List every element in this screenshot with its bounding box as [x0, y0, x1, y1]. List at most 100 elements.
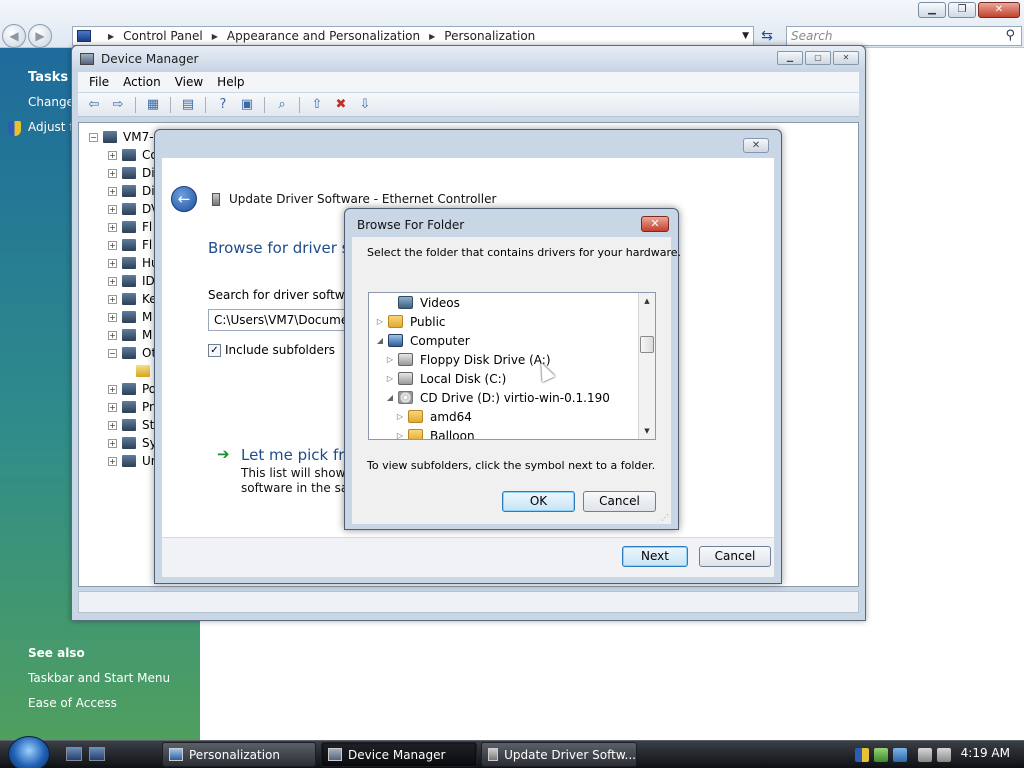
- collapse-icon[interactable]: −: [89, 132, 98, 142]
- forward-button[interactable]: ▶: [28, 24, 52, 48]
- back-button[interactable]: ◀: [2, 24, 26, 48]
- update-driver-icon[interactable]: ⇧: [307, 96, 327, 114]
- chevron-down-icon[interactable]: ▼: [742, 31, 749, 41]
- taskbar-button-update-driver[interactable]: Update Driver Softw...: [481, 742, 637, 767]
- close-button[interactable]: ✕: [978, 2, 1020, 18]
- menu-help[interactable]: Help: [217, 75, 244, 89]
- taskbar-clock[interactable]: 4:19 AM: [961, 746, 1010, 760]
- search-icon[interactable]: ⚲: [1005, 28, 1015, 43]
- expand-icon[interactable]: +: [108, 150, 117, 160]
- tree-item[interactable]: + M: [108, 326, 152, 344]
- expand-icon[interactable]: +: [108, 276, 117, 286]
- include-subfolders-checkbox[interactable]: ✓ Include subfolders: [208, 343, 335, 357]
- view-icon[interactable]: ▣: [237, 96, 257, 114]
- volume-muted-icon[interactable]: [937, 748, 951, 762]
- network-disconnected-icon[interactable]: [918, 748, 932, 762]
- see-also-taskbar-link[interactable]: Taskbar and Start Menu: [28, 671, 170, 685]
- expand-icon[interactable]: +: [108, 186, 117, 196]
- expand-icon[interactable]: +: [108, 294, 117, 304]
- maximize-button[interactable]: ▢: [805, 51, 831, 65]
- wizard-cancel-button[interactable]: Cancel: [699, 546, 771, 567]
- breadcrumb-appearance[interactable]: Appearance and Personalization: [227, 29, 420, 43]
- tree-item[interactable]: + Hu: [108, 254, 159, 272]
- show-hide-tree-icon[interactable]: ▦: [143, 96, 163, 114]
- tree-expander[interactable]: ▷: [385, 355, 395, 364]
- expand-icon[interactable]: +: [108, 240, 117, 250]
- address-bar[interactable]: ▶ Control Panel ▶ Appearance and Persona…: [72, 26, 754, 46]
- tree-expander[interactable]: ▷: [385, 374, 395, 383]
- security-shield-icon[interactable]: [855, 748, 869, 762]
- resize-grip-icon[interactable]: ⋰: [661, 513, 669, 522]
- folder-tree-item[interactable]: Videos: [385, 293, 460, 312]
- refresh-icon[interactable]: ⇆: [755, 26, 779, 46]
- forward-arrow-icon[interactable]: ⇨: [108, 96, 128, 114]
- help-icon[interactable]: ?: [213, 96, 233, 114]
- taskbar-button-device-manager[interactable]: Device Manager: [321, 742, 477, 767]
- close-button[interactable]: ✕: [743, 138, 769, 153]
- minimize-button[interactable]: ▁: [918, 2, 946, 18]
- checkbox-checked-icon[interactable]: ✓: [208, 343, 221, 357]
- menu-file[interactable]: File: [89, 75, 109, 89]
- ok-button[interactable]: OK: [502, 491, 575, 512]
- tree-item[interactable]: − Ot: [108, 344, 156, 362]
- minimize-button[interactable]: ▁: [777, 51, 803, 65]
- properties-icon[interactable]: ▤: [178, 96, 198, 114]
- expand-icon[interactable]: +: [108, 222, 117, 232]
- tree-item[interactable]: + Pr: [108, 398, 154, 416]
- task-link-change[interactable]: Change: [28, 95, 74, 109]
- see-also-ease-of-access-link[interactable]: Ease of Access: [28, 696, 117, 710]
- tree-item[interactable]: + St: [108, 416, 154, 434]
- device-manager-titlebar[interactable]: Device Manager ▁ ▢ ✕: [72, 46, 865, 72]
- close-button[interactable]: ✕: [833, 51, 859, 65]
- breadcrumb-control-panel[interactable]: Control Panel: [123, 29, 203, 43]
- expand-icon[interactable]: +: [108, 420, 117, 430]
- folder-tree-item[interactable]: ▷ Public: [375, 312, 446, 331]
- notification-icon[interactable]: [893, 748, 907, 762]
- close-button[interactable]: ✕: [641, 216, 669, 232]
- tree-item[interactable]: + Sy: [108, 434, 157, 452]
- back-button[interactable]: ←: [171, 186, 197, 212]
- menu-action[interactable]: Action: [123, 75, 161, 89]
- tree-expander[interactable]: ◢: [375, 336, 385, 345]
- tree-expander[interactable]: ▷: [395, 412, 405, 421]
- folder-tree-item[interactable]: ▷ amd64: [395, 407, 472, 426]
- maximize-button[interactable]: ❐: [948, 2, 976, 18]
- taskbar-button-personalization[interactable]: Personalization: [162, 742, 316, 767]
- collapse-icon[interactable]: −: [108, 348, 117, 358]
- disable-device-icon[interactable]: ⇩: [355, 96, 375, 114]
- breadcrumb-personalization[interactable]: Personalization: [444, 29, 535, 43]
- tree-item[interactable]: + Di: [108, 182, 155, 200]
- show-desktop-icon[interactable]: [66, 747, 82, 761]
- start-button[interactable]: [8, 736, 50, 768]
- next-button[interactable]: Next: [622, 546, 688, 567]
- task-link-adjust[interactable]: Adjust f: [28, 120, 74, 134]
- tree-item[interactable]: + ID: [108, 272, 155, 290]
- scan-hardware-icon[interactable]: ⌕: [272, 96, 292, 114]
- back-arrow-icon[interactable]: ⇦: [84, 96, 104, 114]
- tree-item[interactable]: + Ur: [108, 452, 156, 470]
- expand-icon[interactable]: +: [108, 168, 117, 178]
- switch-windows-icon[interactable]: [89, 747, 105, 761]
- expand-icon[interactable]: +: [108, 402, 117, 412]
- tree-item[interactable]: + Di: [108, 164, 155, 182]
- expand-icon[interactable]: +: [108, 312, 117, 322]
- expand-icon[interactable]: +: [108, 330, 117, 340]
- uninstall-icon[interactable]: ✖: [331, 96, 351, 114]
- tree-item[interactable]: + Fl: [108, 218, 152, 236]
- folder-tree-item[interactable]: ▷ Floppy Disk Drive (A:): [385, 350, 551, 369]
- browse-cancel-button[interactable]: Cancel: [583, 491, 656, 512]
- tree-root[interactable]: − VM7-: [89, 128, 154, 146]
- expand-icon[interactable]: +: [108, 384, 117, 394]
- network-status-icon[interactable]: [874, 748, 888, 762]
- tree-item[interactable]: + Co: [108, 146, 158, 164]
- expand-icon[interactable]: +: [108, 204, 117, 214]
- tree-item[interactable]: + Ke: [108, 290, 157, 308]
- tree-item[interactable]: + Fl: [108, 236, 152, 254]
- scroll-up-icon[interactable]: ▲: [639, 293, 655, 309]
- tree-expander[interactable]: ▷: [395, 431, 405, 439]
- scrollbar-thumb[interactable]: [640, 336, 654, 353]
- menu-view[interactable]: View: [175, 75, 203, 89]
- folder-tree-item[interactable]: ▷ Local Disk (C:): [385, 369, 506, 388]
- tree-item[interactable]: + M: [108, 308, 152, 326]
- tree-expander[interactable]: ◢: [385, 393, 395, 402]
